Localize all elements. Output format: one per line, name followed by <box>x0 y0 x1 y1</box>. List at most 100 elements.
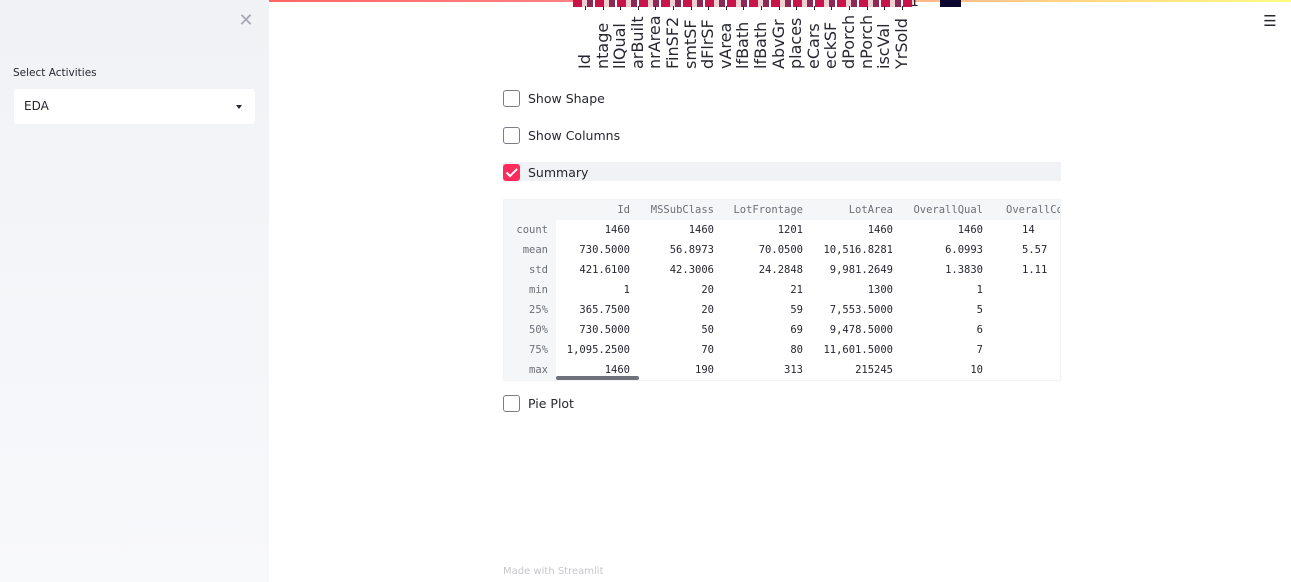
row-header: count <box>516 224 548 236</box>
table-cell: 10,516.8281 <box>823 244 893 256</box>
column-header: OverallCo <box>1006 204 1061 216</box>
colorbar-tick-label: 1 <box>910 0 919 10</box>
table-cell: 313 <box>784 364 803 376</box>
row-header: mean <box>522 244 548 256</box>
heatmap-label: dFlrSF <box>698 19 718 69</box>
table-cell: 1460 <box>957 224 983 236</box>
table-cell: 7 <box>976 344 983 356</box>
table-cell: 1201 <box>777 224 803 236</box>
hamburger-menu-icon[interactable]: ☰ <box>1262 12 1278 30</box>
heatmap-tick <box>620 6 622 10</box>
table-cell: 70.0500 <box>758 244 803 256</box>
checkbox-box[interactable] <box>503 126 520 144</box>
heatmap-tick <box>637 6 639 10</box>
checkbox-label: Show Shape <box>528 90 605 106</box>
heatmap-label: arBuilt <box>627 16 647 69</box>
close-icon[interactable]: ✕ <box>238 11 254 31</box>
table-cell: 56.8973 <box>669 244 714 256</box>
heatmap-label: iscVal <box>874 23 894 69</box>
table-cell: 69 <box>790 324 803 336</box>
row-header: 25% <box>529 304 548 316</box>
heatmap-label: vArea <box>715 22 735 69</box>
heatmap-tick <box>778 6 780 10</box>
table-cell: 11,601.5000 <box>823 344 893 356</box>
table-cell: 50 <box>701 324 714 336</box>
header-row <box>556 200 1060 220</box>
heatmap-tick <box>866 6 868 10</box>
checkbox-label: Summary <box>528 164 589 180</box>
footer-made-with-streamlit[interactable]: Made with Streamlit <box>503 566 604 577</box>
table-cell: 42.3006 <box>669 264 714 276</box>
table-cell: 20 <box>701 284 714 296</box>
checkbox-box[interactable] <box>503 89 520 107</box>
heatmap-label: YrSold <box>891 18 911 69</box>
table-cell: 1.11 <box>1022 264 1048 276</box>
heatmap-tick <box>796 6 798 10</box>
summary-checkbox[interactable]: Summary <box>503 162 588 182</box>
heatmap-tick <box>813 6 815 10</box>
heatmap-label: ntage <box>592 22 612 69</box>
row-header: max <box>529 364 548 376</box>
chevron-down-icon <box>236 105 242 109</box>
show-shape-checkbox[interactable]: Show Shape <box>503 88 605 108</box>
column-header: LotArea <box>848 204 893 216</box>
heatmap-label: eCars <box>803 23 823 69</box>
row-header: std <box>529 264 548 276</box>
table-cell: 6 <box>976 324 983 336</box>
heatmap-tick <box>725 6 727 10</box>
table-cell: 9,981.2649 <box>829 264 893 276</box>
table-cell: 1460 <box>604 224 630 236</box>
heatmap-tick <box>673 6 674 10</box>
heatmap-tick <box>849 6 850 10</box>
table-cell: 6.0993 <box>945 244 983 256</box>
column-header: MSSubClass <box>650 204 714 216</box>
heatmap-label: AbvGr <box>768 19 788 69</box>
heatmap-label: llQual <box>610 23 630 69</box>
column-header: OverallQual <box>913 204 983 216</box>
heatmap-label: lfBath <box>733 21 753 69</box>
table-cell: 7,553.5000 <box>829 304 893 316</box>
heatmap-tick <box>884 6 886 10</box>
pie-plot-checkbox[interactable]: Pie Plot <box>503 393 574 413</box>
select-activities-dropdown[interactable]: EDA <box>14 89 255 124</box>
select-activities-label: Select Activities <box>13 67 97 79</box>
table-cell: 215245 <box>855 364 893 376</box>
checkbox-box[interactable] <box>503 394 520 412</box>
table-cell: 1,095.2500 <box>566 344 630 356</box>
horizontal-scrollbar[interactable] <box>556 376 639 380</box>
heatmap-tick <box>690 6 692 10</box>
heatmap-tick <box>602 6 604 10</box>
table-cell: 80 <box>790 344 803 356</box>
table-cell: 730.5000 <box>579 324 630 336</box>
table-cell: 1460 <box>867 224 893 236</box>
sidebar: ✕ Select Activities EDA <box>0 0 269 582</box>
heatmap-label: smtSF <box>680 19 700 69</box>
table-cell: 70 <box>701 344 714 356</box>
heatmap-label: FinSF2 <box>663 16 682 69</box>
table-cell: 14 <box>1022 224 1035 236</box>
table-cell: 1 <box>976 284 983 296</box>
heatmap-label: Id <box>575 54 594 69</box>
checkbox-label: Pie Plot <box>528 395 574 411</box>
row-header: 75% <box>529 344 548 356</box>
heatmap-tick <box>901 6 903 10</box>
table-cell: 365.7500 <box>579 304 630 316</box>
table-cell: 730.5000 <box>579 244 630 256</box>
table-cell: 20 <box>701 304 714 316</box>
table-cell: 21 <box>790 284 803 296</box>
table-cell: 9,478.5000 <box>829 324 893 336</box>
table-cell: 421.6100 <box>579 264 630 276</box>
checkbox-box-checked[interactable] <box>503 163 520 181</box>
heatmap-colorbar <box>940 0 961 7</box>
show-columns-checkbox[interactable]: Show Columns <box>503 125 620 145</box>
heatmap-label: lfBath <box>751 21 770 69</box>
table-cell: 24.2848 <box>758 264 803 276</box>
table-cell: 5.57 <box>1022 244 1048 256</box>
heatmap-label: nrArea <box>645 15 665 69</box>
summary-dataframe[interactable]: Id MSSubClass LotFrontage LotArea OverallQua… <box>503 199 1061 381</box>
heatmap-label: eckSF <box>821 21 841 69</box>
column-header: LotFrontage <box>733 204 803 216</box>
heatmap-tick <box>761 6 762 10</box>
table-cell: 1 <box>623 284 630 296</box>
checkbox-label: Show Columns <box>528 127 621 143</box>
